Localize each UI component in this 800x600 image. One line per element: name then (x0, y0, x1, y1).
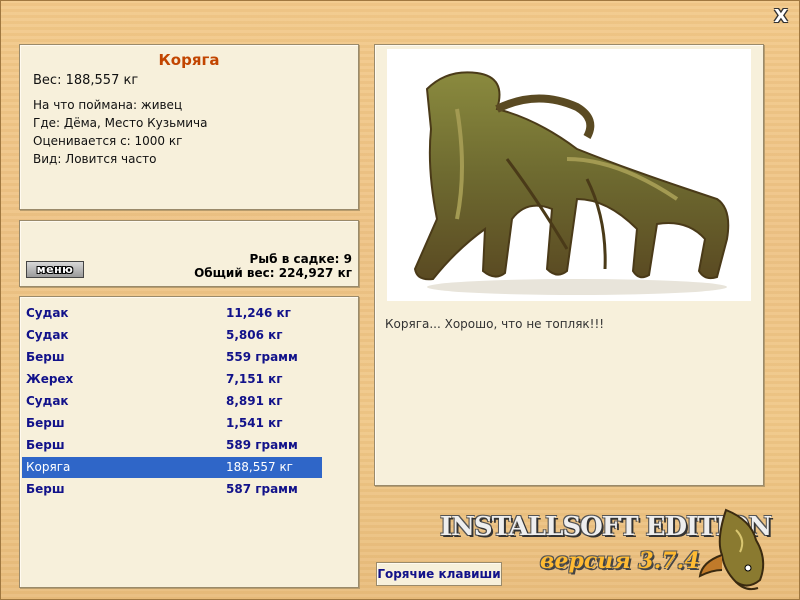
catch-name: Жерех (26, 372, 74, 386)
catch-weight: 559 грамм (226, 350, 298, 364)
list-item[interactable]: Судак 11,246 кг (22, 303, 322, 324)
list-item[interactable]: Судак 5,806 кг (22, 325, 322, 346)
list-item[interactable]: Берш 559 грамм (22, 347, 322, 368)
hotkeys-button[interactable]: Горячие клавиши (376, 562, 502, 586)
catch-weight: 8,891 кг (226, 394, 283, 408)
catch-weight: 589 грамм (226, 438, 298, 452)
pike-fish-logo-icon (696, 500, 782, 592)
catch-name: Коряга (26, 460, 71, 474)
fish-caption: Коряга... Хорошо, что не топляк!!! (385, 317, 605, 331)
detail-bait: На что поймана: живец (33, 98, 183, 112)
fish-title: Коряга (158, 51, 220, 69)
driftwood-image-icon (387, 49, 751, 301)
catch-name: Судак (26, 394, 69, 408)
list-item[interactable]: Берш 587 грамм (22, 479, 322, 500)
catch-name: Берш (26, 482, 65, 496)
detail-rating: Оценивается с: 1000 кг (33, 134, 183, 148)
list-item[interactable]: Берш 589 грамм (22, 435, 322, 456)
close-icon[interactable]: X (772, 8, 790, 26)
catch-name: Берш (26, 350, 65, 364)
catch-name: Судак (26, 328, 69, 342)
catch-weight: 188,557 кг (226, 460, 293, 474)
list-item-selected[interactable]: Коряга 188,557 кг (22, 457, 322, 478)
catch-name: Берш (26, 438, 65, 452)
catch-name: Судак (26, 306, 69, 320)
catch-summary-panel: меню Рыб в садке: 9 Общий вес: 224,927 к… (19, 220, 359, 287)
catch-weight: 1,541 кг (226, 416, 283, 430)
catch-list: Судак 11,246 кг Судак 5,806 кг Берш 559 … (19, 296, 359, 588)
fish-picture-panel: Коряга... Хорошо, что не топляк!!! (374, 44, 764, 486)
catch-weight: 5,806 кг (226, 328, 283, 342)
list-item[interactable]: Берш 1,541 кг (22, 413, 322, 434)
catch-weight: 7,151 кг (226, 372, 283, 386)
fish-weight: Вес: 188,557 кг (33, 73, 139, 88)
version-label: версия 3.7.4 (540, 548, 700, 574)
fish-info-panel: Коряга Вес: 188,557 кг На что поймана: ж… (19, 44, 359, 210)
detail-frequency: Вид: Ловится часто (33, 152, 157, 166)
list-item[interactable]: Жерех 7,151 кг (22, 369, 322, 390)
total-weight: Общий вес: 224,927 кг (194, 266, 352, 280)
fish-count: Рыб в садке: 9 (249, 252, 353, 266)
menu-button[interactable]: меню (26, 261, 84, 278)
catch-weight: 587 грамм (226, 482, 298, 496)
catch-name: Берш (26, 416, 65, 430)
fish-details: На что поймана: живец Где: Дёма, Место К… (33, 96, 208, 168)
list-item[interactable]: Судак 8,891 кг (22, 391, 322, 412)
catch-weight: 11,246 кг (226, 306, 291, 320)
detail-location: Где: Дёма, Место Кузьмича (33, 116, 208, 130)
